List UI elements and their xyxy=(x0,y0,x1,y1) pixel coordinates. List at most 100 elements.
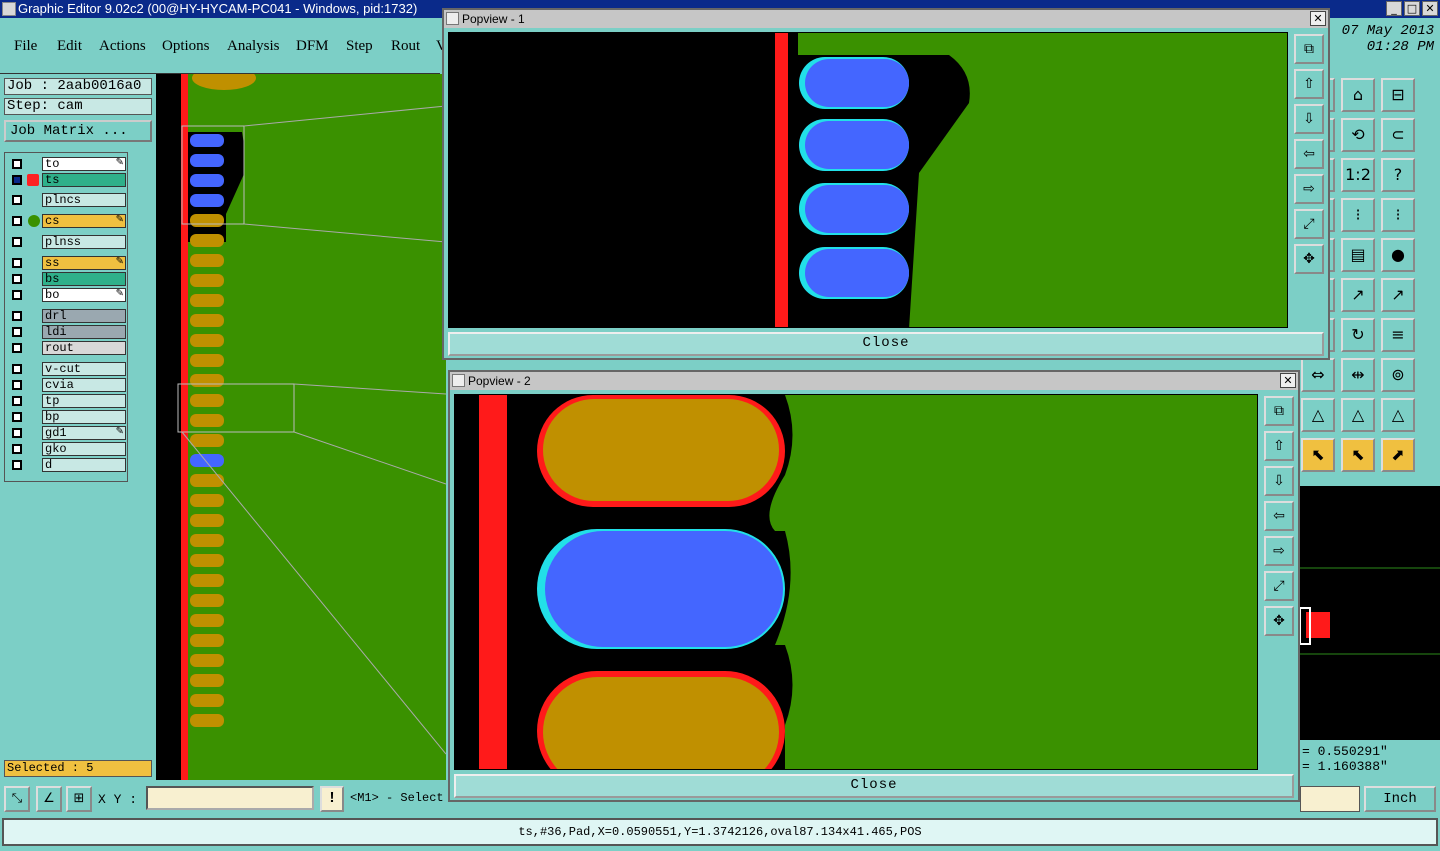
angle3-icon[interactable]: △ xyxy=(1381,398,1415,432)
layer-row-gko[interactable]: gko xyxy=(8,442,126,456)
pan-icon[interactable]: ✥ xyxy=(1294,244,1324,274)
line2-icon[interactable]: ↗ xyxy=(1381,278,1415,312)
copy-icon[interactable]: ⧉ xyxy=(1294,34,1324,64)
close-window-button[interactable]: ✕ xyxy=(1422,1,1438,16)
copy-icon[interactable]: ⧉ xyxy=(1264,396,1294,426)
measure-icon[interactable]: ∠ xyxy=(36,786,62,812)
popview-2-close-x[interactable]: ✕ xyxy=(1280,373,1296,388)
layer-checkbox[interactable] xyxy=(12,327,22,337)
rotate-icon[interactable]: ⟲ xyxy=(1341,118,1375,152)
layer-row-plncs[interactable]: plncs xyxy=(8,193,126,207)
pan-icon[interactable]: ✥ xyxy=(1264,606,1294,636)
layer-row-v-cut[interactable]: v-cut xyxy=(8,362,126,376)
curve-icon[interactable]: ⊂ xyxy=(1381,118,1415,152)
layer-row-bp[interactable]: bp xyxy=(8,410,126,424)
pan-left-icon[interactable]: ⇦ xyxy=(1264,501,1294,531)
maximize-button[interactable]: □ xyxy=(1404,1,1420,16)
popview-2-canvas[interactable] xyxy=(454,394,1258,770)
layer-checkbox[interactable] xyxy=(12,175,22,185)
layer-row-gd1[interactable]: gd1 ✎ xyxy=(8,426,126,440)
zoom-fit-icon[interactable]: ⤡ xyxy=(4,786,30,812)
menu-rout[interactable]: Rout xyxy=(391,38,420,55)
scale-icon[interactable]: 1:2 xyxy=(1341,158,1375,192)
angle2-icon[interactable]: △ xyxy=(1341,398,1375,432)
menu-step[interactable]: Step xyxy=(346,38,373,55)
layer-checkbox[interactable] xyxy=(12,396,22,406)
grid-icon[interactable]: ⊞ xyxy=(66,786,92,812)
measure-icon[interactable]: ⇹ xyxy=(1341,358,1375,392)
layer-checkbox[interactable] xyxy=(12,412,22,422)
snap-icon[interactable]: ⁝ xyxy=(1341,198,1375,232)
shapes-icon[interactable]: ⊚ xyxy=(1381,358,1415,392)
refresh-icon[interactable]: ↻ xyxy=(1341,318,1375,352)
menu-edit[interactable]: Edit xyxy=(57,38,82,55)
job-matrix-button[interactable]: Job Matrix ... xyxy=(4,120,152,142)
layer-row-drl[interactable]: drl xyxy=(8,309,126,323)
popview-2-close-button[interactable]: Close xyxy=(454,774,1294,798)
menu-analysis[interactable]: Analysis xyxy=(227,38,280,55)
select2-icon[interactable]: ⬉ xyxy=(1341,438,1375,472)
layer-checkbox[interactable] xyxy=(12,311,22,321)
layer-row-bo[interactable]: bo ✎ xyxy=(8,288,126,302)
layer-checkbox[interactable] xyxy=(12,159,22,169)
pan-right-icon[interactable]: ⇨ xyxy=(1294,174,1324,204)
angle-icon[interactable]: △ xyxy=(1301,398,1335,432)
layer-checkbox[interactable] xyxy=(12,216,22,226)
layer-checkbox[interactable] xyxy=(12,290,22,300)
snap-field[interactable] xyxy=(1300,786,1360,812)
layer-row-tp[interactable]: tp xyxy=(8,394,126,408)
help-icon[interactable]: ? xyxy=(1381,158,1415,192)
layer-checkbox[interactable] xyxy=(12,195,22,205)
window-icon[interactable]: ⊟ xyxy=(1381,78,1415,112)
layer-row-ldi[interactable]: ldi xyxy=(8,325,126,339)
unit-button[interactable]: Inch xyxy=(1364,786,1436,812)
xy-input[interactable] xyxy=(146,786,314,810)
layer-row-rout[interactable]: rout xyxy=(8,341,126,355)
menu-dfm[interactable]: DFM xyxy=(296,38,329,55)
layer-checkbox[interactable] xyxy=(12,237,22,247)
layer-checkbox[interactable] xyxy=(12,428,22,438)
layer-row-plnss[interactable]: plnss xyxy=(8,235,126,249)
pan-down-icon[interactable]: ⇩ xyxy=(1294,104,1324,134)
route-icon[interactable]: ⬈ xyxy=(1381,438,1415,472)
layer-checkbox[interactable] xyxy=(12,274,22,284)
layer-checkbox[interactable] xyxy=(12,364,22,374)
pan-right-icon[interactable]: ⇨ xyxy=(1264,536,1294,566)
select-icon[interactable]: ⬉ xyxy=(1301,438,1335,472)
snap2-icon[interactable]: ⁝ xyxy=(1381,198,1415,232)
align-icon[interactable]: ≡ xyxy=(1381,318,1415,352)
zoom-extents-icon[interactable]: ⤢ xyxy=(1264,571,1294,601)
layer-checkbox[interactable] xyxy=(12,444,22,454)
swap-icon[interactable]: ⇔ xyxy=(1301,358,1335,392)
pan-down-icon[interactable]: ⇩ xyxy=(1264,466,1294,496)
popview-1-canvas[interactable] xyxy=(448,32,1288,328)
layer-row-bs[interactable]: bs xyxy=(8,272,126,286)
minimize-button[interactable]: _ xyxy=(1386,1,1402,16)
popview-1-close-button[interactable]: Close xyxy=(448,332,1324,356)
line-icon[interactable]: ↗ xyxy=(1341,278,1375,312)
layer-row-d[interactable]: d xyxy=(8,458,126,472)
exclamation-button[interactable]: ! xyxy=(320,786,344,812)
pan-up-icon[interactable]: ⇧ xyxy=(1294,69,1324,99)
menu-actions[interactable]: Actions xyxy=(99,38,146,55)
menu-file[interactable]: File xyxy=(14,38,37,55)
layer-row-ss[interactable]: ss ✎ xyxy=(8,256,126,270)
layer-row-ts[interactable]: ts xyxy=(8,173,126,187)
layer-row-cs[interactable]: cs ✎ xyxy=(8,214,126,228)
layer-checkbox[interactable] xyxy=(12,460,22,470)
pan-up-icon[interactable]: ⇧ xyxy=(1264,431,1294,461)
home-icon[interactable]: ⌂ xyxy=(1341,78,1375,112)
layer-checkbox[interactable] xyxy=(12,343,22,353)
layer-row-to[interactable]: to ✎ xyxy=(8,157,126,171)
layer-checkbox[interactable] xyxy=(12,258,22,268)
layer-row-cvia[interactable]: cvia xyxy=(8,378,126,392)
ruler-icon[interactable]: ▤ xyxy=(1341,238,1375,272)
main-canvas[interactable] xyxy=(156,74,446,780)
pan-left-icon[interactable]: ⇦ xyxy=(1294,139,1324,169)
menu-options[interactable]: Options xyxy=(162,38,210,55)
layer-name: ss xyxy=(42,256,126,270)
layer-checkbox[interactable] xyxy=(12,380,22,390)
dot-icon[interactable]: ● xyxy=(1381,238,1415,272)
popview-1-close-x[interactable]: ✕ xyxy=(1310,11,1326,26)
zoom-extents-icon[interactable]: ⤢ xyxy=(1294,209,1324,239)
